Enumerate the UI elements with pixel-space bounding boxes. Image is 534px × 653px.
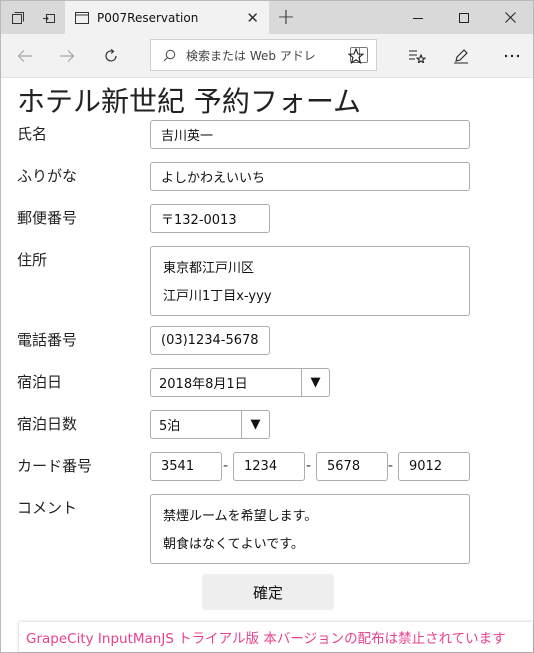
- minimize-icon[interactable]: [395, 1, 441, 34]
- dropdown-arrow-icon[interactable]: ▼: [241, 411, 269, 438]
- new-tab-icon[interactable]: +: [273, 1, 299, 34]
- checkin-date-value: 2018年8月1日: [159, 377, 248, 392]
- name-value: 吉川英一: [161, 129, 214, 144]
- address-label: 住所: [17, 251, 48, 269]
- nights-label: 宿泊日数: [17, 415, 78, 433]
- furigana-field[interactable]: よしかわえいいち: [150, 162, 470, 191]
- close-window-icon[interactable]: [487, 1, 533, 34]
- refresh-icon[interactable]: [91, 34, 131, 78]
- trial-banner: GrapeCity InputManJS トライアル版 本バージョンの配布は禁止…: [19, 622, 533, 652]
- tab-p007reservation[interactable]: P007Reservation ✕: [65, 1, 269, 34]
- address-line-1: 東京都江戸川区: [163, 261, 255, 276]
- card-part-2-value: 1234: [244, 459, 278, 474]
- browser-window: P007Reservation ✕ + 検索または Web アドレ ホテル新世紀…: [0, 0, 534, 653]
- postal-code-value: 〒132-0013: [161, 213, 237, 228]
- address-placeholder: 検索または Web アドレ: [186, 48, 316, 63]
- phone-value: (03)1234-5678: [161, 333, 259, 348]
- maximize-icon[interactable]: [441, 1, 487, 34]
- more-menu-icon[interactable]: [492, 34, 532, 78]
- title-bar: P007Reservation ✕ +: [1, 1, 533, 34]
- favorites-hub-icon[interactable]: [397, 34, 437, 78]
- close-tab-icon[interactable]: ✕: [246, 9, 259, 27]
- address-textarea[interactable]: 東京都江戸川区 江戸川1丁目x-yyy: [150, 246, 470, 316]
- card-number-part-4[interactable]: 9012: [398, 452, 470, 481]
- card-number-part-1[interactable]: 3541: [150, 452, 222, 481]
- phone-label: 電話番号: [17, 331, 78, 349]
- page-content: ホテル新世紀 予約フォーム 氏名 吉川英一 ふりがな よしかわえいいち 郵便番号…: [1, 79, 533, 652]
- phone-field[interactable]: (03)1234-5678: [150, 326, 270, 355]
- comment-line-1: 禁煙ルームを希望します。: [163, 509, 318, 524]
- checkin-date-dropdown[interactable]: 2018年8月1日 ▼: [150, 368, 330, 397]
- comment-line-2: 朝食はなくてよいです。: [163, 537, 304, 552]
- forward-arrow-icon[interactable]: [47, 34, 87, 78]
- navigation-bar: 検索または Web アドレ: [1, 34, 533, 78]
- card-separator: -: [388, 458, 394, 474]
- nights-dropdown[interactable]: 5泊 ▼: [150, 410, 270, 439]
- card-number-part-3[interactable]: 5678: [316, 452, 388, 481]
- card-separator: -: [223, 458, 229, 474]
- checkin-date-label: 宿泊日: [17, 373, 63, 391]
- nights-value: 5泊: [159, 419, 181, 434]
- back-arrow-icon[interactable]: [5, 34, 45, 78]
- comment-label: コメント: [17, 499, 78, 517]
- dropdown-arrow-icon[interactable]: ▼: [301, 369, 329, 396]
- comment-textarea[interactable]: 禁煙ルームを希望します。 朝食はなくてよいです。: [150, 494, 470, 564]
- furigana-value: よしかわえいいち: [161, 171, 266, 186]
- favorite-star-icon[interactable]: [336, 34, 376, 78]
- card-part-4-value: 9012: [409, 459, 443, 474]
- set-aside-tabs-icon[interactable]: [34, 1, 64, 34]
- card-separator: -: [306, 458, 312, 474]
- postal-code-field[interactable]: 〒132-0013: [150, 204, 270, 233]
- furigana-label: ふりがな: [17, 167, 78, 185]
- tab-list-icon[interactable]: [3, 1, 33, 34]
- page-title: ホテル新世紀 予約フォーム: [17, 85, 362, 118]
- page-icon: [75, 11, 89, 24]
- postal-code-label: 郵便番号: [17, 209, 78, 227]
- name-label: 氏名: [17, 125, 48, 143]
- card-part-1-value: 3541: [161, 459, 195, 474]
- card-number-part-2[interactable]: 1234: [233, 452, 305, 481]
- web-note-pen-icon[interactable]: [441, 34, 481, 78]
- address-line-2: 江戸川1丁目x-yyy: [163, 289, 272, 304]
- card-part-3-value: 5678: [327, 459, 361, 474]
- name-field[interactable]: 吉川英一: [150, 120, 470, 149]
- tab-title: P007Reservation: [97, 10, 199, 25]
- confirm-button[interactable]: 確定: [202, 574, 334, 610]
- card-number-label: カード番号: [17, 457, 93, 475]
- search-icon: [163, 49, 176, 61]
